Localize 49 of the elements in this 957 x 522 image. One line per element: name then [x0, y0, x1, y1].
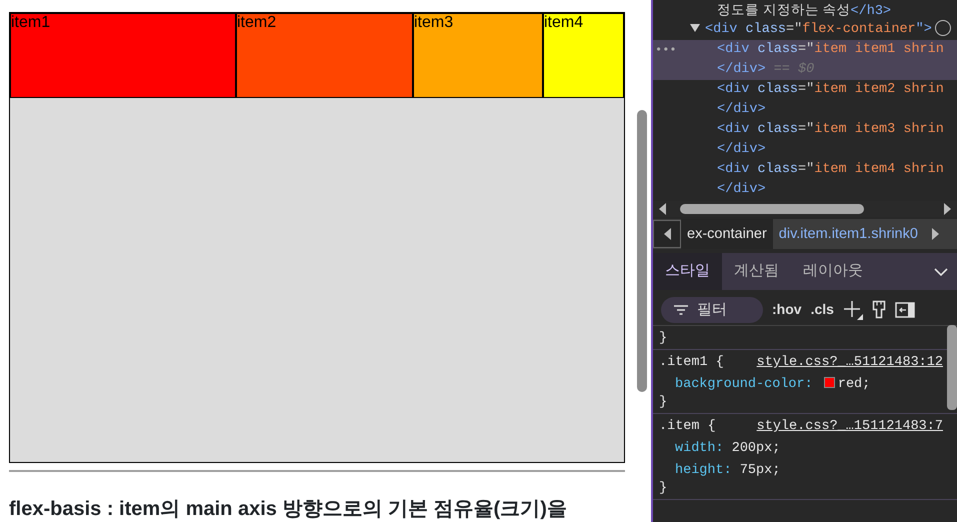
add-icon[interactable]: [842, 300, 863, 320]
scrollbar-thumb[interactable]: [680, 204, 864, 214]
source-link[interactable]: style.css?_…51121483:12: [756, 354, 943, 372]
panel-tab[interactable]: 계산됨: [722, 253, 791, 290]
css-value[interactable]: 75px;: [740, 463, 780, 478]
panel-tab[interactable]: 레이아웃: [791, 253, 875, 290]
css-selector: .item {: [659, 418, 716, 436]
dom-code-line[interactable]: <div class="flex-container">: [705, 22, 932, 37]
css-property[interactable]: width:: [675, 441, 724, 456]
dom-code-line[interactable]: </div>: [717, 142, 766, 157]
dom-code-line[interactable]: <div class="item item4 shrin: [717, 162, 944, 177]
dom-code-line[interactable]: 정도를 지정하는 속성</h3>: [717, 4, 892, 19]
toolbar-button[interactable]: .cls: [810, 299, 834, 320]
flex-item: item4: [543, 13, 624, 98]
expand-triangle-icon[interactable]: [690, 24, 700, 32]
dom-node-row[interactable]: ••• <div class="item item1 shrin: [653, 40, 957, 60]
chevron-down-icon[interactable]: [934, 268, 948, 276]
flex-item: item2: [236, 13, 413, 98]
css-selector: .item1 {: [659, 354, 724, 372]
css-value[interactable]: red;: [838, 377, 870, 392]
filter-icon: [674, 304, 688, 314]
css-property[interactable]: height:: [675, 463, 732, 478]
dom-code-line[interactable]: <div class="item item3 shrin: [717, 122, 944, 137]
scroll-left-button[interactable]: [653, 220, 681, 248]
section-heading: flex-basis : item의 main axis 방향으로의 기본 점유율(크기)을: [9, 497, 567, 521]
dom-code-line[interactable]: <div class="item item2 shrin: [717, 82, 944, 97]
scrollbar-thumb[interactable]: [947, 325, 957, 410]
sidebar-toggle-icon[interactable]: [894, 302, 915, 318]
color-swatch[interactable]: [824, 377, 835, 388]
badge-icon[interactable]: [934, 20, 951, 36]
toolbar-button[interactable]: :hov: [772, 299, 802, 320]
css-value[interactable]: 200px;: [732, 441, 780, 456]
scrollbar-thumb[interactable]: [637, 110, 647, 392]
brace-text: }: [659, 394, 668, 412]
scroll-right-icon[interactable]: [932, 228, 939, 240]
brace-text: }: [659, 480, 668, 498]
filter-field[interactable]: 필터: [661, 296, 763, 322]
css-property[interactable]: background-color:: [675, 377, 813, 392]
flex-item: item1: [10, 13, 236, 98]
source-link[interactable]: style.css?_…151121483:7: [756, 418, 943, 436]
brace-text: }: [659, 331, 668, 346]
panel-tab[interactable]: 스타일: [653, 253, 722, 290]
dom-code-line[interactable]: </div>: [717, 102, 766, 117]
gutter-mark[interactable]: •••: [655, 40, 677, 60]
breadcrumb-item[interactable]: ex-container: [681, 219, 773, 249]
flex-item: item3: [413, 13, 543, 98]
dom-code-line[interactable]: </div>: [717, 182, 766, 197]
paintbrush-icon[interactable]: [872, 300, 886, 320]
dom-code-line: <div class="item item1 shrin: [717, 42, 944, 57]
